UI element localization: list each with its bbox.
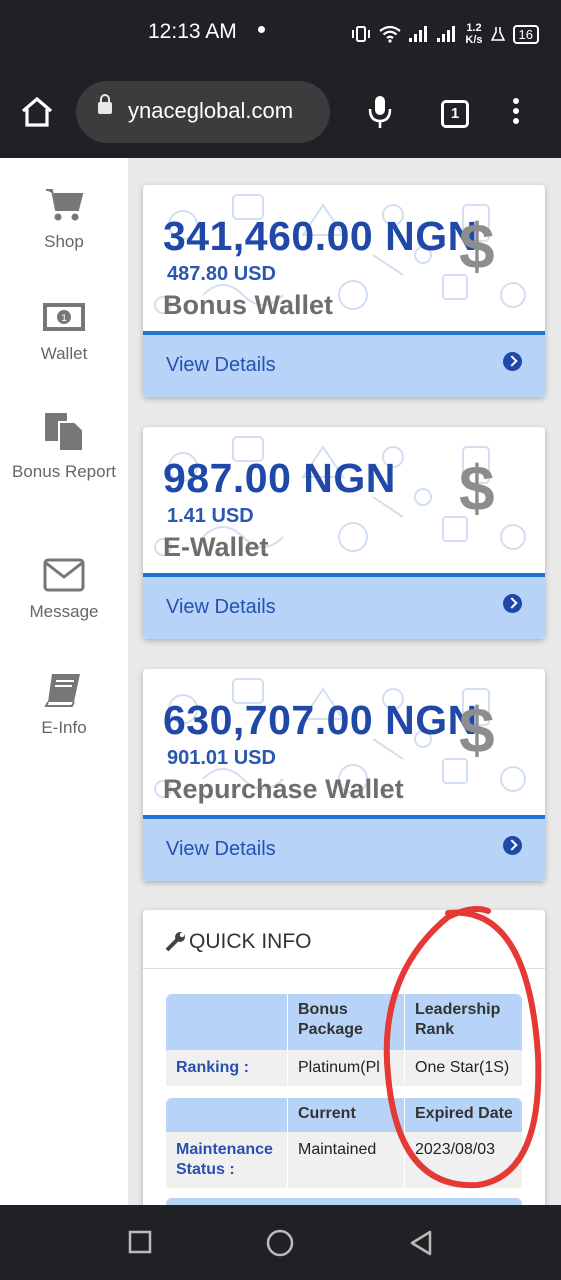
wallet-label: E-Wallet: [163, 532, 269, 562]
dollar-icon: $: [459, 452, 495, 524]
table-cell: Maintained: [298, 1141, 377, 1158]
recent-apps-icon[interactable]: [128, 1230, 152, 1254]
row-label: Maintenance Status :: [176, 1141, 273, 1178]
table-header: Current: [298, 1105, 356, 1122]
maintenance-table: Current Expired Date Maintenance Status …: [166, 1098, 522, 1188]
address-bar[interactable]: ynaceglobal.com: [76, 81, 330, 143]
repurchase-wallet-card: 630,707.00 NGN $ 901.01 USD Repurchase W…: [143, 669, 545, 881]
home-button-icon[interactable]: [266, 1229, 294, 1257]
table-header-row: Current Expired Date: [166, 1098, 522, 1132]
arrow-circle-right-icon: [503, 352, 522, 371]
sidebar-item-wallet[interactable]: 1 Wallet: [0, 300, 128, 367]
row-label: Ranking :: [176, 1059, 249, 1076]
battery-icon: 16: [512, 24, 539, 44]
sidebar-item-e-info[interactable]: E-Info: [0, 672, 128, 741]
next-table-header: [166, 1198, 522, 1205]
sidebar-item-label: Wallet: [40, 344, 88, 363]
table-row: Maintenance Status : Maintained 2023/08/…: [166, 1132, 522, 1188]
e-wallet-card: 987.00 NGN $ 1.41 USD E-Wallet View Deta…: [143, 427, 545, 639]
quick-info-panel: QUICK INFO Bonus Package Leadership Rank…: [143, 910, 545, 1205]
view-details-label: View Details: [166, 354, 276, 376]
microphone-icon[interactable]: [366, 94, 394, 130]
table-header: Bonus Package: [298, 1001, 363, 1038]
envelope-icon: [43, 558, 85, 592]
wallet-amount: 341,460.00 NGN: [163, 213, 478, 259]
view-details-link[interactable]: View Details: [143, 331, 545, 397]
wallet-usd-amount: 1.41 USD: [167, 505, 254, 527]
more-menu-icon[interactable]: [513, 98, 519, 128]
quick-info-title: QUICK INFO: [189, 930, 312, 953]
table-row: Ranking : Platinum(Pl One Star(1S): [166, 1050, 522, 1086]
book-icon: [44, 674, 80, 707]
clock: 12:13 AM: [148, 20, 237, 43]
sidebar-item-label: Bonus Report: [12, 462, 116, 481]
status-icons: 1.2 K/s 16: [351, 22, 539, 46]
svg-text:1: 1: [61, 313, 67, 324]
quick-info-header: QUICK INFO: [143, 910, 545, 969]
sidebar-item-label: Shop: [44, 232, 84, 251]
vibrate-icon: [352, 26, 371, 42]
table-cell: 2023/08/03: [415, 1141, 496, 1158]
sidebar-item-label: E-Info: [41, 718, 87, 737]
table-header: Expired Date: [415, 1105, 513, 1122]
sidebar-item-label: Message: [29, 602, 99, 621]
system-nav-bar: [0, 1205, 561, 1280]
table-header-row: Bonus Package Leadership Rank: [166, 994, 522, 1050]
wifi-icon: [379, 25, 402, 43]
network-speed-value: 1.2: [466, 22, 482, 34]
notification-dot: [258, 26, 265, 33]
table-cell: Platinum(Pl: [298, 1059, 380, 1076]
main-content: 341,460.00 NGN $ 487.80 USD Bonus Wallet…: [128, 158, 561, 1205]
network-speed-unit: K/s: [465, 34, 483, 46]
url-text: ynaceglobal.com: [128, 98, 294, 123]
wallet-usd-amount: 901.01 USD: [167, 747, 276, 769]
lock-icon: [98, 94, 112, 114]
dollar-icon: $: [459, 210, 495, 282]
copy-icon: [45, 413, 84, 452]
view-details-label: View Details: [166, 838, 276, 860]
wallet-label: Repurchase Wallet: [163, 774, 404, 804]
browser-toolbar: ynaceglobal.com 1: [0, 70, 561, 158]
sidebar-item-bonus-report[interactable]: Bonus Report: [0, 412, 128, 485]
signal-icon-2: [437, 26, 457, 42]
wallet-amount: 630,707.00 NGN: [163, 697, 478, 743]
cart-icon: [46, 189, 84, 221]
view-details-link[interactable]: View Details: [143, 815, 545, 881]
network-speed: 1.2 K/s: [465, 22, 482, 46]
sidebar-item-message[interactable]: Message: [0, 558, 128, 625]
dollar-icon: $: [459, 694, 495, 766]
arrow-circle-right-icon: [503, 594, 522, 613]
flask-icon: [490, 27, 505, 41]
signal-icon: [409, 26, 429, 42]
tab-switcher-button[interactable]: 1: [441, 100, 469, 128]
table-cell: One Star(1S): [415, 1059, 510, 1076]
home-icon[interactable]: [20, 96, 54, 128]
view-details-link[interactable]: View Details: [143, 573, 545, 639]
sidebar-item-shop[interactable]: Shop: [0, 186, 128, 255]
table-header: Leadership Rank: [415, 1001, 501, 1038]
wallet-label: Bonus Wallet: [163, 290, 334, 320]
ranking-table: Bonus Package Leadership Rank Ranking : …: [166, 994, 522, 1086]
status-bar: 12:13 AM 1.2 K/s 16: [0, 0, 561, 70]
sidebar: Shop 1 Wallet Bonus Report Message E-Inf…: [0, 158, 128, 1205]
back-icon[interactable]: [408, 1230, 434, 1256]
wallet-usd-amount: 487.80 USD: [167, 263, 276, 285]
arrow-circle-right-icon: [503, 836, 522, 855]
wrench-icon: [165, 932, 185, 952]
money-icon: 1: [43, 303, 85, 331]
bonus-wallet-card: 341,460.00 NGN $ 487.80 USD Bonus Wallet…: [143, 185, 545, 397]
view-details-label: View Details: [166, 596, 276, 618]
wallet-amount: 987.00 NGN: [163, 455, 396, 501]
